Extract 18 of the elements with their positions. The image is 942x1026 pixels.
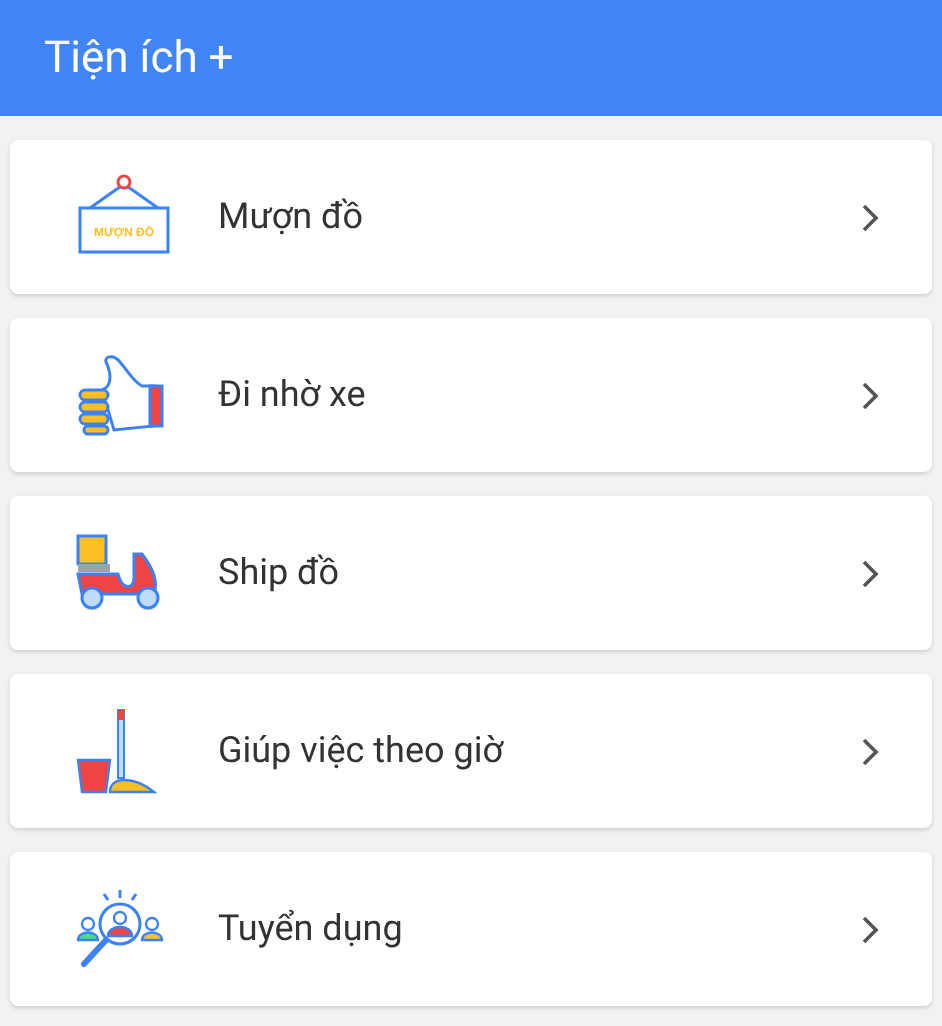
menu-item-label: Đi nhờ xe — [218, 372, 368, 420]
menu-item[interactable]: Tuyển dụng — [10, 852, 932, 1006]
chevron-right-icon — [860, 379, 880, 411]
menu-item[interactable]: Giúp việc theo giờ — [10, 674, 932, 828]
bucket-and-mop-icon — [74, 707, 158, 795]
candidate-search-icon — [74, 887, 166, 971]
chevron-right-icon — [860, 735, 880, 767]
chevron-right-icon — [860, 201, 880, 233]
menu-item-label: Ship đồ — [218, 550, 342, 598]
menu-item[interactable]: Đi nhờ xe — [10, 318, 932, 472]
menu-item-label: Tuyển dụng — [218, 906, 405, 954]
thumbs-up-icon — [74, 353, 166, 437]
chevron-right-icon — [860, 913, 880, 945]
page-title: Tiện ích + — [44, 31, 234, 87]
menu-item-label: Mượn đồ — [218, 194, 366, 242]
chevron-right-icon — [860, 557, 880, 589]
menu-item-label: Giúp việc theo giờ — [218, 728, 506, 776]
menu-item[interactable]: Ship đồ — [10, 496, 932, 650]
